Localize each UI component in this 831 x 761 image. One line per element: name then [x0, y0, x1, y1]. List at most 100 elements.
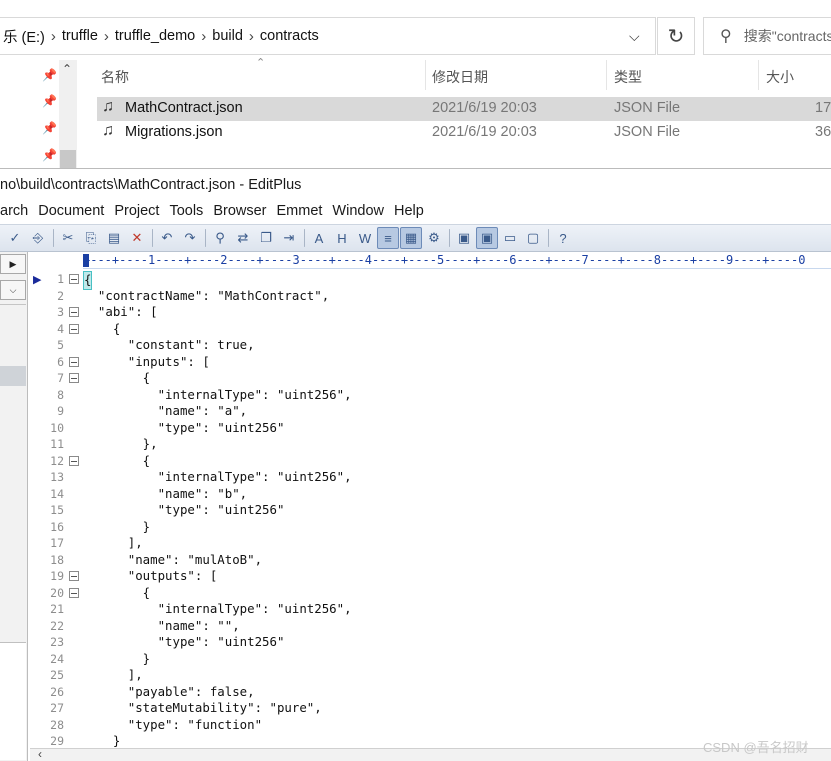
chevron-up-icon[interactable]: ⌃ [62, 62, 72, 76]
pin-icon[interactable]: 📌 [42, 148, 57, 162]
panel-lower-list[interactable] [0, 642, 26, 760]
scroll-left-icon[interactable]: ‹ [38, 747, 42, 761]
fold-collapse-icon[interactable] [69, 307, 79, 317]
menu-browser[interactable]: Browser [213, 202, 271, 224]
spellcheck-icon[interactable]: ✓ [4, 227, 26, 249]
panel-selected-item[interactable] [0, 366, 26, 386]
menu-document[interactable]: Document [38, 202, 109, 224]
settings-gear-icon[interactable]: ⚙ [423, 227, 445, 249]
code-line[interactable]: 9 "name": "a", [30, 403, 831, 420]
chevron-right-icon[interactable]: › [49, 28, 58, 45]
pin-icon[interactable]: 📌 [42, 94, 57, 108]
copy-icon[interactable]: ⎘ [80, 227, 102, 249]
output-window-icon[interactable]: ▭ [499, 227, 521, 249]
code-line[interactable]: 23 "type": "uint256" [30, 634, 831, 651]
code-line[interactable]: 25 ], [30, 667, 831, 684]
code-line[interactable]: 1{ [30, 271, 831, 290]
chevron-right-icon[interactable]: › [247, 28, 256, 45]
panel-dropdown-icon[interactable]: ⌵ [0, 280, 26, 300]
word-wrap-icon[interactable]: W [354, 227, 376, 249]
pin-icon[interactable]: 📌 [42, 121, 57, 135]
nav-scrollbar[interactable]: ⌃ [59, 60, 77, 168]
code-line[interactable]: 17 ], [30, 535, 831, 552]
code-line[interactable]: 27 "stateMutability": "pure", [30, 700, 831, 717]
replace-icon[interactable]: ⇄ [232, 227, 254, 249]
code-line[interactable]: 13 "internalType": "uint256", [30, 469, 831, 486]
code-line[interactable]: 22 "name": "", [30, 618, 831, 635]
code-line[interactable]: 2 "contractName": "MathContract", [30, 288, 831, 305]
cut-icon[interactable]: ✂ [57, 227, 79, 249]
goto-line-icon[interactable]: ⇥ [278, 227, 300, 249]
column-name[interactable]: 名称 [101, 67, 129, 87]
refresh-button[interactable]: ↻ [657, 17, 695, 55]
code-line[interactable]: 26 "payable": false, [30, 684, 831, 701]
find-icon[interactable]: ⚲ [209, 227, 231, 249]
code-line[interactable]: 7 { [30, 370, 831, 387]
file-row[interactable]: ♫ Migrations.json 2021/6/19 20:03 JSON F… [97, 121, 831, 145]
chevron-right-icon[interactable]: › [199, 28, 208, 45]
browser-preview-icon[interactable]: ⎆ [27, 227, 49, 249]
fold-collapse-icon[interactable] [69, 571, 79, 581]
code-line[interactable]: 11 }, [30, 436, 831, 453]
code-line[interactable]: 21 "internalType": "uint256", [30, 601, 831, 618]
scroll-thumb[interactable] [60, 150, 76, 168]
code-line[interactable]: 14 "name": "b", [30, 486, 831, 503]
fold-collapse-icon[interactable] [69, 587, 79, 598]
fold-collapse-icon[interactable] [69, 274, 79, 284]
menu-help[interactable]: Help [394, 202, 429, 224]
code-line[interactable]: 20 { [30, 585, 831, 602]
code-editor[interactable]: +---+----1----+----2----+----3----+----4… [30, 252, 831, 761]
hex-view-icon[interactable]: H [331, 227, 353, 249]
ruler-icon[interactable]: ▦ [400, 227, 422, 249]
help-pointer-icon[interactable]: ? [552, 227, 574, 249]
code-line[interactable]: 4 { [30, 321, 831, 338]
address-bar[interactable]: 乐 (E:) › truffle › truffle_demo › build … [0, 17, 656, 55]
panel-arrow-right-icon[interactable]: ▶ [0, 254, 26, 274]
menu-emmet[interactable]: Emmet [277, 202, 328, 224]
file-row[interactable]: ♫ MathContract.json 2021/6/19 20:03 JSON… [97, 97, 831, 121]
code-line[interactable]: 3 "abi": [ [30, 304, 831, 321]
breadcrumb-truffle-demo[interactable]: truffle_demo [111, 28, 199, 44]
breadcrumb-truffle[interactable]: truffle [58, 28, 102, 44]
code-line[interactable]: 5 "constant": true, [30, 337, 831, 354]
breadcrumb-contracts[interactable]: contracts [256, 28, 323, 44]
code-line[interactable]: 16 } [30, 519, 831, 536]
pin-icon[interactable]: 📌 [42, 68, 57, 82]
column-type[interactable]: 类型 [614, 67, 642, 87]
code-line[interactable]: 28 "type": "function" [30, 717, 831, 734]
font-icon[interactable]: A [308, 227, 330, 249]
column-divider[interactable] [758, 60, 759, 90]
directory-window-icon[interactable]: ▣ [453, 227, 475, 249]
breadcrumb-build[interactable]: build [208, 28, 247, 44]
undo-icon[interactable]: ↶ [156, 227, 178, 249]
code-line[interactable]: 12 { [30, 453, 831, 470]
fold-collapse-icon[interactable] [69, 323, 79, 334]
window-title-bar[interactable]: no\build\contracts\MathContract.json - E… [0, 168, 831, 202]
code-line[interactable]: 8 "internalType": "uint256", [30, 387, 831, 404]
code-line[interactable]: 15 "type": "uint256" [30, 502, 831, 519]
menu-search[interactable]: arch [0, 202, 33, 224]
code-line[interactable]: 6 "inputs": [ [30, 354, 831, 371]
fold-collapse-icon[interactable] [69, 356, 79, 367]
chevron-down-icon[interactable]: ⌵ [629, 28, 640, 45]
paste-icon[interactable]: ▤ [103, 227, 125, 249]
full-screen-icon[interactable]: ▢ [522, 227, 544, 249]
line-number-icon[interactable]: ≡ [377, 227, 399, 249]
delete-icon[interactable]: ✕ [126, 227, 148, 249]
column-divider[interactable] [425, 60, 426, 90]
menu-tools[interactable]: Tools [169, 202, 208, 224]
fold-collapse-icon[interactable] [69, 373, 79, 383]
code-line[interactable]: 18 "name": "mulAtoB", [30, 552, 831, 569]
column-size[interactable]: 大小 [766, 67, 794, 87]
chevron-right-icon[interactable]: › [102, 28, 111, 45]
find-in-files-icon[interactable]: ❐ [255, 227, 277, 249]
column-date[interactable]: 修改日期 [432, 67, 488, 87]
code-line[interactable]: 19 "outputs": [ [30, 568, 831, 585]
column-divider[interactable] [606, 60, 607, 90]
search-input[interactable]: ⚲ 搜索"contracts" [703, 17, 831, 55]
redo-icon[interactable]: ↷ [179, 227, 201, 249]
code-line[interactable]: 10 "type": "uint256" [30, 420, 831, 437]
cliptext-window-icon[interactable]: ▣ [476, 227, 498, 249]
menu-project[interactable]: Project [114, 202, 164, 224]
breadcrumb-drive[interactable]: 乐 (E:) [0, 26, 49, 47]
